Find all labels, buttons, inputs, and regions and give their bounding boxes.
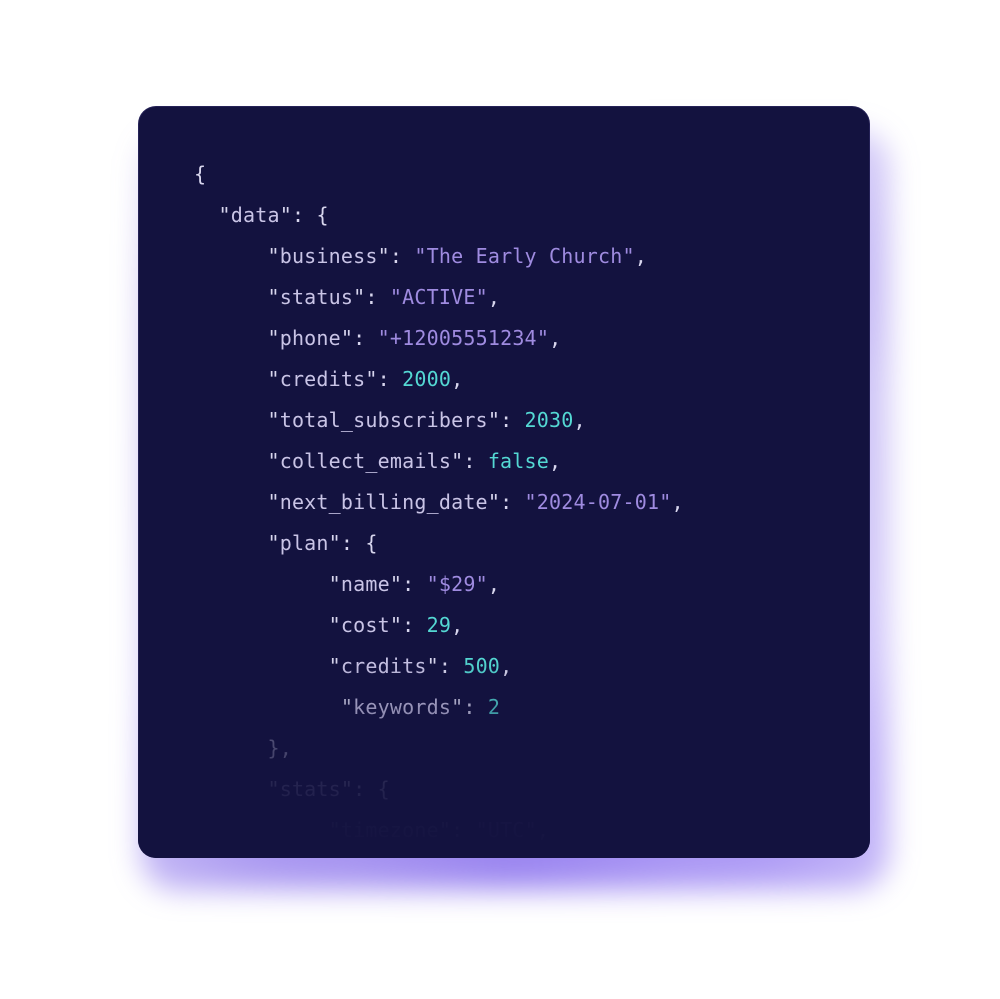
key-plan-cost: cost bbox=[341, 613, 390, 637]
punct-quote: " bbox=[378, 244, 390, 268]
val-total-subscribers: 2030 bbox=[525, 408, 574, 432]
punct-brace-close: }, bbox=[267, 736, 291, 760]
val-next-billing-date: "2024-07-01" bbox=[525, 490, 672, 514]
key-phone: phone bbox=[280, 326, 341, 350]
key-total-subscribers: total_subscribers bbox=[280, 408, 488, 432]
punct-colon: : bbox=[292, 203, 316, 227]
punct-quote: " bbox=[267, 244, 279, 268]
val-credits: 2000 bbox=[402, 367, 451, 391]
key-plan-credits: credits bbox=[341, 654, 427, 678]
val-collect-emails: false bbox=[488, 449, 549, 473]
val-status: "ACTIVE" bbox=[390, 285, 488, 309]
punct-quote: " bbox=[218, 203, 230, 227]
line-stats: "stats": { bbox=[267, 777, 389, 801]
key-data: data bbox=[231, 203, 280, 227]
punct-quote: " bbox=[280, 203, 292, 227]
key-business: business bbox=[280, 244, 378, 268]
punct-brace-open: { bbox=[316, 203, 328, 227]
punct-brace-open: { bbox=[194, 162, 206, 186]
json-code-card: { "data": { "business": "The Early Churc… bbox=[138, 106, 870, 858]
line-timezone: "timezone": "UTC", bbox=[329, 818, 549, 842]
val-plan-name: "$29" bbox=[427, 572, 488, 596]
val-plan-keywords: 2 bbox=[488, 695, 500, 719]
key-status: status bbox=[280, 285, 353, 309]
key-collect-emails: collect_emails bbox=[280, 449, 451, 473]
val-phone: "+12005551234" bbox=[378, 326, 549, 350]
json-code-block: { "data": { "business": "The Early Churc… bbox=[138, 106, 870, 858]
key-credits: credits bbox=[280, 367, 366, 391]
punct-comma: , bbox=[635, 244, 647, 268]
key-next-billing-date: next_billing_date bbox=[280, 490, 488, 514]
val-plan-credits: 500 bbox=[463, 654, 500, 678]
val-business: "The Early Church" bbox=[414, 244, 634, 268]
key-plan-name: name bbox=[341, 572, 390, 596]
val-plan-cost: 29 bbox=[427, 613, 451, 637]
key-plan: plan bbox=[280, 531, 329, 555]
key-plan-keywords: keywords bbox=[353, 695, 451, 719]
punct-colon: : bbox=[390, 244, 414, 268]
